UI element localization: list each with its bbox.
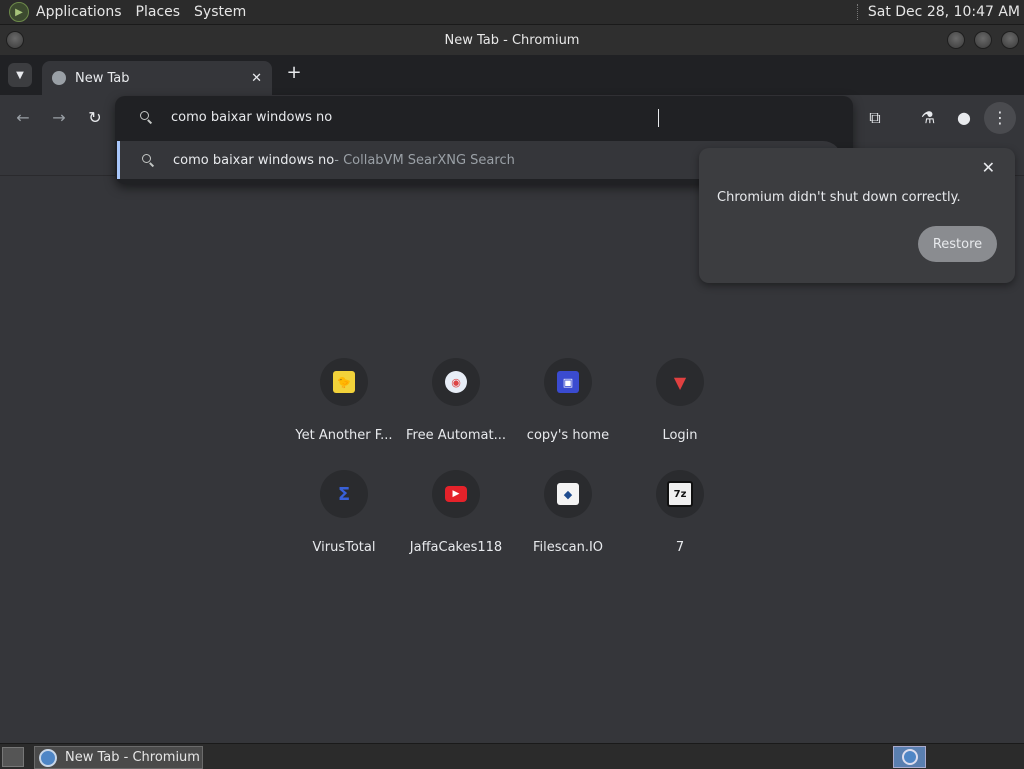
- shortcut-label: Yet Another F...: [295, 428, 393, 443]
- shortcut-label: 7: [675, 540, 685, 555]
- distro-logo-icon[interactable]: ▶: [9, 2, 29, 22]
- reload-icon[interactable]: ↻: [86, 109, 104, 127]
- search-icon: [139, 110, 153, 124]
- tab-search-button[interactable]: ▼: [8, 63, 32, 87]
- chromium-icon: [901, 749, 918, 765]
- taskbar-window-button[interactable]: New Tab - Chromium: [34, 746, 203, 769]
- text-caret: [658, 109, 659, 127]
- search-icon: [141, 153, 155, 167]
- new-tab-button[interactable]: +: [284, 64, 304, 84]
- profile-icon[interactable]: ●: [955, 109, 973, 127]
- shortcut-tile[interactable]: ▼ Login: [624, 358, 736, 458]
- window-menu-button[interactable]: [6, 31, 24, 49]
- shortcut-label: Filescan.IO: [532, 540, 604, 555]
- shortcut-tile[interactable]: ◉ Free Automat...: [400, 358, 512, 458]
- window-titlebar[interactable]: New Tab - Chromium: [0, 25, 1024, 55]
- chromium-icon: [39, 748, 57, 767]
- shortcut-label: VirusTotal: [312, 540, 376, 555]
- shortcut-label: Free Automat...: [405, 428, 507, 443]
- close-window-button[interactable]: [1001, 31, 1019, 49]
- youtube-icon: ▶: [445, 486, 467, 502]
- back-arrow-icon[interactable]: ←: [14, 109, 32, 127]
- restore-bubble: ✕ Chromium didn't shut down correctly. R…: [699, 148, 1015, 283]
- menu-kebab-icon[interactable]: ⋮: [984, 102, 1016, 134]
- tab-strip: ▼ New Tab ✕ +: [0, 55, 1024, 95]
- minimize-button[interactable]: [947, 31, 965, 49]
- clock[interactable]: Sat Dec 28, 10:47 AM: [868, 4, 1020, 20]
- maximize-button[interactable]: [974, 31, 992, 49]
- top-panel: ▶ Applications Places System Sat Dec 28,…: [0, 0, 1024, 25]
- suggestion-source: - CollabVM SearXNG Search: [334, 152, 515, 168]
- restore-message: Chromium didn't shut down correctly.: [717, 190, 961, 205]
- shortcut-label: copy's home: [526, 428, 610, 443]
- globe-icon: [52, 71, 66, 85]
- taskbar-window-label: New Tab - Chromium: [65, 750, 200, 765]
- owl-icon: ◆: [557, 483, 579, 505]
- automation-globe-icon: ◉: [445, 371, 467, 393]
- 7zip-icon: 7z: [667, 481, 693, 507]
- menu-applications[interactable]: Applications: [36, 4, 122, 20]
- chevron-down-icon: ▼: [16, 69, 24, 81]
- menu-system[interactable]: System: [194, 4, 246, 20]
- panel-separator: [856, 4, 860, 20]
- bottom-panel: New Tab - Chromium: [0, 743, 1024, 769]
- virustotal-icon: Σ: [337, 483, 351, 505]
- restore-button[interactable]: Restore: [918, 226, 997, 262]
- tab-new-tab[interactable]: New Tab ✕: [42, 61, 272, 95]
- labs-flask-icon[interactable]: ⚗: [919, 109, 937, 127]
- yellow-duck-icon: 🐤: [333, 371, 355, 393]
- menu-places[interactable]: Places: [136, 4, 181, 20]
- tab-close-icon[interactable]: ✕: [251, 71, 262, 86]
- shortcut-label: Login: [662, 428, 698, 443]
- shortcut-label: JaffaCakes118: [409, 540, 503, 555]
- shortcut-tile[interactable]: 🐤 Yet Another F...: [288, 358, 400, 458]
- tab-label: New Tab: [75, 70, 130, 86]
- red-wing-icon: ▼: [673, 372, 687, 392]
- omnibox-text[interactable]: como baixar windows no: [171, 110, 332, 125]
- extensions-puzzle-icon[interactable]: ⧉: [866, 109, 884, 127]
- forward-arrow-icon[interactable]: →: [50, 109, 68, 127]
- window-title: New Tab - Chromium: [444, 32, 580, 48]
- pixel-creature-icon: ▣: [557, 371, 579, 393]
- shortcut-tile[interactable]: ▶ JaffaCakes118: [400, 470, 512, 570]
- show-desktop-icon[interactable]: [2, 747, 24, 767]
- suggestion-query: como baixar windows no: [173, 152, 335, 168]
- shortcut-tile[interactable]: ◆ Filescan.IO: [512, 470, 624, 570]
- workspace-switcher[interactable]: [893, 746, 926, 768]
- shortcut-tile[interactable]: 7z 7: [624, 470, 736, 570]
- omnibox-input[interactable]: como baixar windows no: [115, 96, 853, 138]
- shortcut-tile[interactable]: ▣ copy's home: [512, 358, 624, 458]
- shortcut-tile[interactable]: Σ VirusTotal: [288, 470, 400, 570]
- close-icon[interactable]: ✕: [982, 158, 995, 177]
